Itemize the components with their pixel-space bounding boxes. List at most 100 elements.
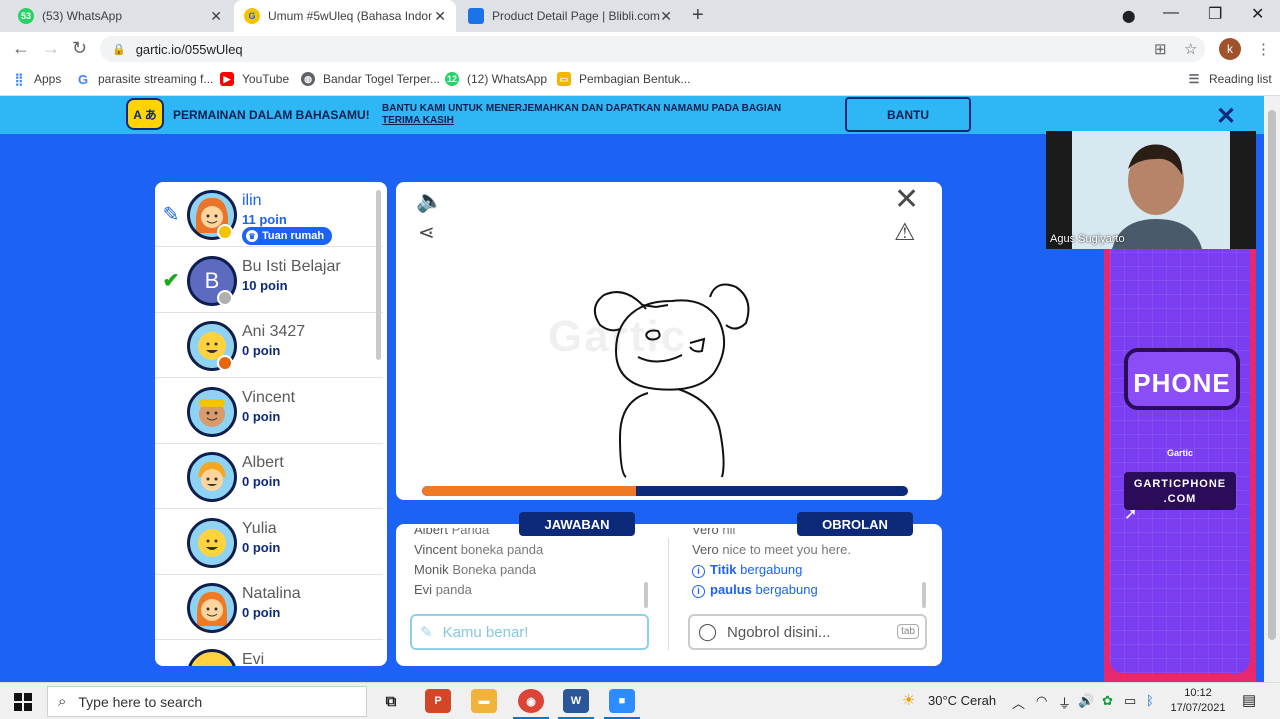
bookmark-apps[interactable]: ⣿ Apps — [12, 72, 62, 86]
windows-start-icon[interactable] — [14, 693, 32, 711]
message-text: Panda — [451, 528, 490, 537]
close-banner-icon[interactable]: ✕ — [1216, 102, 1236, 131]
address-bar[interactable]: 🔒 gartic.io/055wUleq — [100, 36, 1205, 62]
maximize-icon[interactable]: ❐ — [1208, 4, 1222, 24]
close-window-icon[interactable]: ✕ — [1251, 4, 1264, 24]
wifi-icon[interactable]: ◠ — [1036, 693, 1047, 709]
close-tab-icon[interactable]: ✕ — [434, 8, 446, 25]
chat-scrollbar[interactable] — [922, 582, 926, 608]
tab-title: (53) WhatsApp — [42, 9, 123, 23]
drawing-canvas[interactable]: 🔈 ⋖ ✕ ⚠ Gartic — [396, 182, 942, 500]
bookmark-togel[interactable]: ◍ Bandar Togel Terper... — [301, 72, 440, 86]
close-icon[interactable]: ✕ — [894, 182, 919, 217]
answers-scrollbar[interactable] — [644, 582, 648, 608]
weather-text[interactable]: 30°C Cerah — [928, 693, 996, 708]
avatar-initial: B — [204, 268, 220, 293]
player-list-scrollbar[interactable] — [376, 190, 381, 360]
app-tray-icon[interactable]: ✿ — [1102, 693, 1113, 709]
chat-input[interactable]: ◯ Ngobrol disini... tab — [688, 614, 927, 650]
banner-desc-text: BANTU KAMI UNTUK MENERJEMAHKAN DAN DAPAT… — [382, 103, 782, 114]
chat-system-message: i paulus bergabung — [692, 580, 942, 600]
player-name: ilin — [242, 192, 262, 209]
menu-icon[interactable]: ⋮ — [1256, 40, 1271, 58]
info-icon: i — [692, 565, 705, 578]
message-text: boneka panda — [460, 542, 544, 557]
bookmark-star-icon[interactable]: ☆ — [1184, 40, 1197, 58]
tab-gartic[interactable]: G Umum #5wUleq (Bahasa Indonesi ✕ — [234, 0, 456, 32]
tab-search-icon[interactable]: ⬤ — [1122, 9, 1135, 23]
bookmark-whatsapp[interactable]: 12 (12) WhatsApp — [445, 72, 547, 86]
player-score: 0 poin — [242, 474, 281, 489]
bookmark-youtube[interactable]: ▶ YouTube — [220, 72, 289, 86]
task-view-icon[interactable]: ⧉ — [378, 689, 404, 713]
bookmark-parasite[interactable]: G parasite streaming f... — [76, 72, 213, 87]
pencil-icon: ✎ — [162, 204, 180, 226]
host-badge: ♛ Tuan rumah — [242, 227, 333, 245]
translate-icon[interactable]: ⊞ — [1154, 40, 1167, 58]
file-explorer-icon[interactable]: ▬ — [471, 689, 497, 713]
forward-icon[interactable]: → — [42, 38, 60, 59]
page-scrollbar[interactable] — [1264, 96, 1280, 682]
powerpoint-icon[interactable]: P — [425, 689, 451, 713]
gartic-phone-ad[interactable]: ■ Gartic PHONE GARTICPHONE .COM ➚ — [1104, 238, 1256, 682]
notifications-icon[interactable]: ▤ — [1242, 691, 1256, 709]
share-icon[interactable]: ⋖ — [418, 220, 435, 245]
clock-time: 10:12 — [1184, 687, 1212, 699]
message-user: Albert — [414, 528, 448, 537]
profile-avatar[interactable]: k — [1219, 38, 1241, 60]
answer-message: Monik Boneka panda — [414, 560, 664, 580]
help-button[interactable]: BANTU — [845, 97, 971, 132]
power-plug-icon[interactable]: ⏚ — [1058, 693, 1071, 712]
webcam-overlay: Agus Sugiyarto — [1046, 131, 1256, 249]
chat-bubble-icon: ◯ — [698, 622, 718, 641]
panda-drawing — [593, 283, 750, 478]
chat-system-message: i Titik bergabung — [692, 560, 942, 580]
player-name: Evi — [242, 651, 265, 666]
answer-message: Vincent boneka panda — [414, 540, 664, 560]
volume-icon[interactable]: 🔊 — [1078, 693, 1094, 709]
tray-chevron-icon[interactable]: ︿ — [1012, 693, 1025, 712]
chat-placeholder: Ngobrol disini... — [727, 623, 831, 641]
reading-list-label: Reading list — [1209, 72, 1272, 86]
taskbar-clock[interactable]: 10:12 17/07/2021 — [1168, 686, 1228, 716]
word-icon[interactable]: W — [563, 689, 589, 713]
ad-site-line1: GARTICPHONE — [1133, 478, 1227, 490]
close-tab-icon[interactable]: ✕ — [210, 8, 222, 25]
avatar — [187, 649, 237, 666]
player-name: Yulia — [242, 520, 277, 537]
bluetooth-icon[interactable]: ᛒ — [1146, 693, 1154, 708]
page-scrollbar-thumb[interactable] — [1268, 110, 1276, 640]
chrome-icon[interactable]: ◉ — [518, 689, 544, 713]
message-user: paulus — [710, 582, 752, 597]
back-icon[interactable]: ← — [12, 38, 30, 59]
bookmark-label: Pembagian Bentuk... — [579, 72, 691, 86]
gartic-page: A あ PERMAINAN DALAM BAHASAMU! BANTU KAMI… — [0, 96, 1264, 682]
tab-whatsapp[interactable]: 53 (53) WhatsApp ✕ — [8, 0, 232, 32]
player-row: Vincent 0 poin — [155, 379, 383, 444]
round-timer-bar — [422, 486, 908, 496]
reload-icon[interactable]: ↻ — [72, 38, 87, 59]
ad-site-link[interactable]: GARTICPHONE .COM — [1124, 472, 1236, 510]
new-tab-icon[interactable]: + — [692, 4, 704, 27]
close-tab-icon[interactable]: ✕ — [660, 8, 672, 25]
player-row: ✎ ilin 11 poin ♛ Tuan rumah — [155, 182, 383, 247]
whatsapp-icon: 53 — [18, 8, 34, 24]
player-name: Vincent — [242, 389, 296, 406]
report-warning-icon[interactable]: ⚠ — [894, 218, 916, 247]
bookmark-pembagian[interactable]: ▭ Pembagian Bentuk... — [557, 72, 690, 86]
level-badge — [217, 224, 233, 240]
tab-blibli[interactable]: Product Detail Page | Blibli.com ✕ — [458, 0, 682, 32]
minimize-icon[interactable]: — — [1163, 4, 1179, 22]
zoom-icon[interactable]: ■ — [609, 689, 635, 713]
windows-taskbar: ⌕ Type here to search ⧉ P ▬ ◉ W ■ ☀ 30°C… — [0, 682, 1280, 719]
player-row: ✔ B Bu Isti Belajar 10 poin — [155, 248, 383, 313]
answer-input[interactable]: ✎ Kamu benar! — [410, 614, 649, 650]
sound-icon[interactable]: 🔈 — [416, 188, 443, 214]
taskbar-search[interactable]: ⌕ Type here to search — [47, 686, 367, 717]
thanks-link[interactable]: TERIMA KASIH — [382, 115, 832, 127]
blibli-icon — [468, 8, 484, 24]
battery-icon[interactable]: ▭ — [1124, 693, 1136, 709]
reading-list-button[interactable]: ☰ Reading list — [1187, 72, 1272, 86]
apps-grid-icon: ⣿ — [14, 72, 24, 86]
tab-title: Umum #5wUleq (Bahasa Indonesi — [268, 9, 432, 23]
